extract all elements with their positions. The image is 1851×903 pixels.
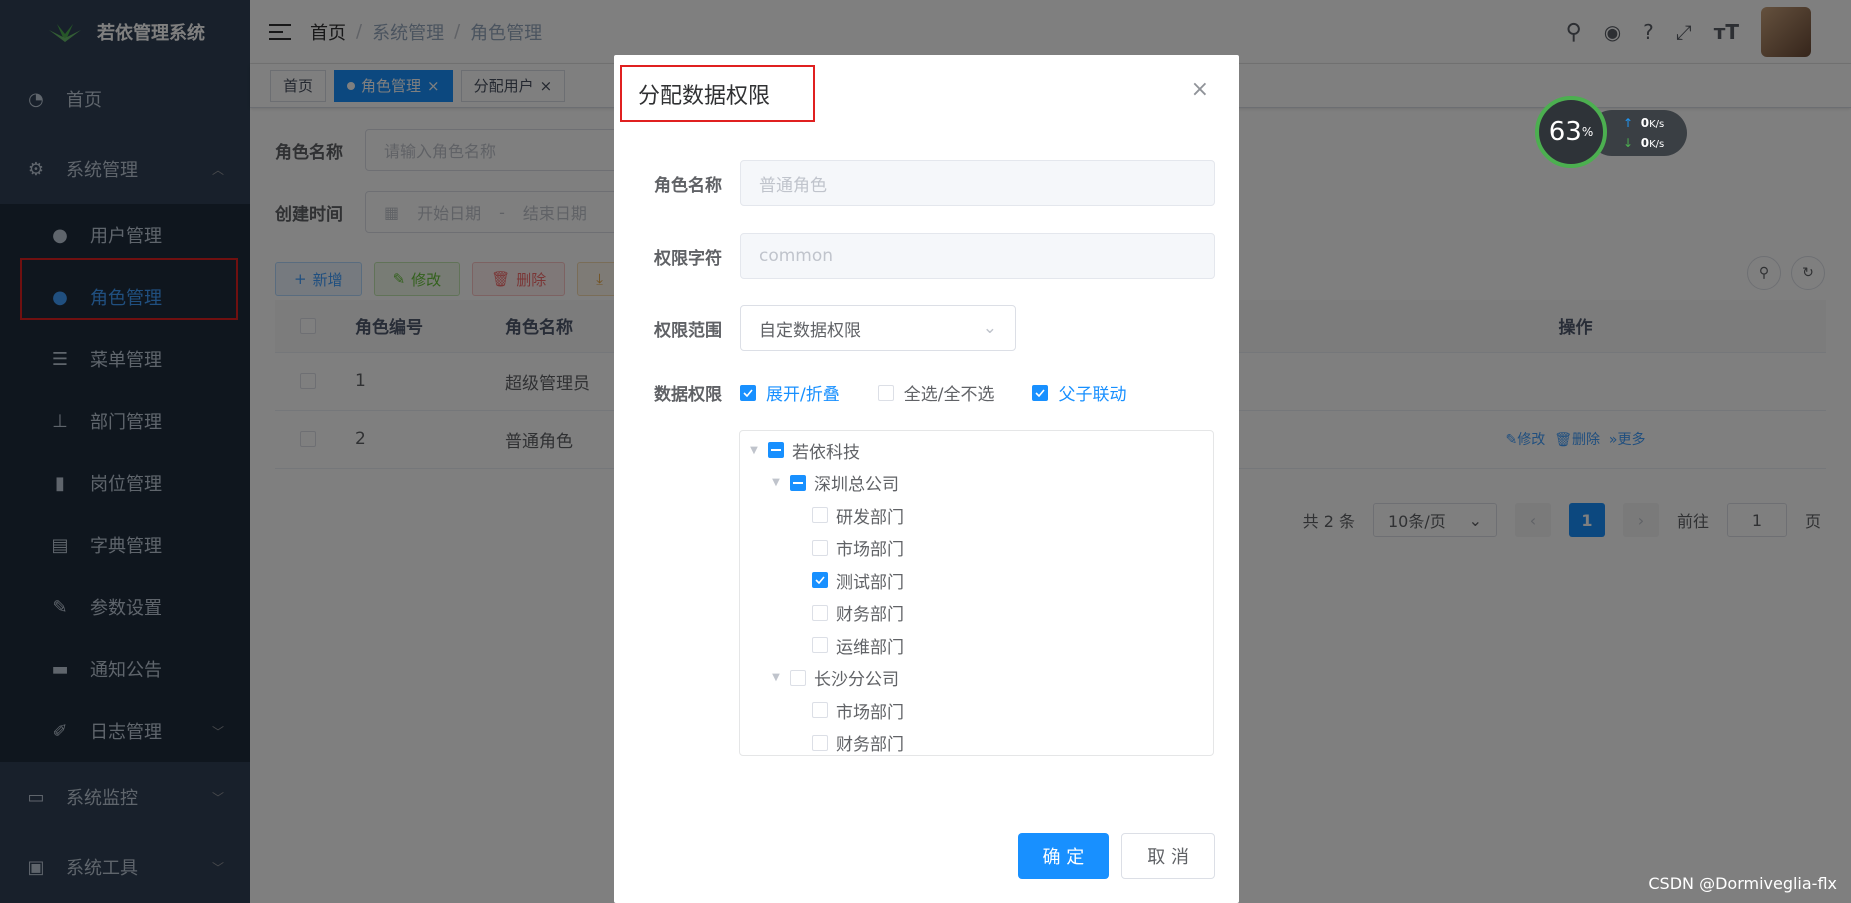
data-scope-dialog: 分配数据权限 × 角色名称 普通角色 权限字符 common 权限范围 自定数据… (614, 55, 1239, 903)
confirm-button[interactable]: 确 定 (1017, 833, 1110, 879)
parent-child-linkage-checkbox[interactable]: 父子联动 (1032, 380, 1126, 405)
upload-speed: ↑ 0K/s (1623, 114, 1687, 134)
checkbox-checked (1032, 384, 1049, 401)
speed-unit: K/s (1649, 119, 1665, 130)
tree-node-label: 财务部门 (836, 735, 904, 756)
percent-sign: % (1581, 125, 1594, 139)
select-all-checkbox[interactable]: 全选/全不选 (877, 380, 995, 405)
download-speed: ↓ 0K/s (1623, 134, 1687, 154)
tree-checkbox[interactable] (790, 669, 806, 686)
scope-select[interactable]: 自定数据权限 ⌄ (740, 305, 1016, 351)
scope-value: 自定数据权限 (759, 320, 861, 341)
tree-node[interactable]: ▼ 深圳总公司 (740, 467, 1213, 500)
tree-node[interactable]: 运维部门 (740, 629, 1213, 662)
tree-node[interactable]: 测试部门 (740, 564, 1213, 597)
option-label: 展开/折叠 (766, 385, 840, 405)
data-perm-label: 数据权限 (654, 385, 722, 405)
perm-key-row: 权限字符 common (654, 233, 1215, 279)
tree-node-label: 运维部门 (836, 637, 904, 658)
memory-percent: 63 (1548, 117, 1582, 147)
role-name-field: 普通角色 (740, 160, 1215, 206)
tree-node-label: 研发部门 (836, 507, 904, 528)
dept-tree: ▼ 若依科技 ▼ 深圳总公司 研发部门 市场部门 测试部门 财务部门 运维部门 ▼ 长沙分公司 市场部… (739, 430, 1214, 756)
option-label: 父子联动 (1058, 385, 1127, 405)
tree-node[interactable]: 研发部门 (740, 499, 1213, 532)
arrow-up-icon: ↑ (1623, 116, 1634, 130)
chevron-down-icon: ⌄ (982, 318, 997, 338)
tree-node[interactable]: ▼ 若依科技 (740, 434, 1213, 467)
tree-checkbox[interactable] (812, 734, 828, 751)
scope-row: 权限范围 自定数据权限 ⌄ (654, 305, 1016, 351)
memory-usage-gauge: 63% (1535, 96, 1607, 168)
tree-node[interactable]: 市场部门 (740, 532, 1213, 565)
network-speed-widget[interactable]: ↑ 0K/s ↓ 0K/s 63% (1535, 96, 1687, 168)
tree-node-label: 市场部门 (836, 540, 904, 561)
tree-node-label: 深圳总公司 (814, 475, 899, 496)
tree-checkbox[interactable] (812, 507, 828, 524)
dialog-title: 分配数据权限 (620, 65, 815, 122)
caret-down-icon[interactable]: ▼ (770, 477, 782, 488)
checkbox-checked (740, 384, 756, 401)
tree-checkbox[interactable] (812, 637, 828, 654)
tree-node[interactable]: 市场部门 (740, 694, 1213, 727)
tree-node-label: 测试部门 (836, 572, 904, 593)
tree-checkbox[interactable] (812, 702, 828, 719)
tree-node[interactable]: 财务部门 (740, 727, 1213, 756)
dialog-footer: 确 定 取 消 (1017, 833, 1215, 879)
tree-checkbox[interactable] (812, 572, 828, 589)
role-name-label: 角色名称 (654, 175, 722, 196)
watermark: CSDN @Dormiveglia-flx (1648, 874, 1837, 893)
perm-key-label: 权限字符 (654, 248, 722, 269)
speed-unit: K/s (1649, 139, 1665, 150)
download-value: 0 (1640, 136, 1650, 150)
data-perm-row: 数据权限 展开/折叠 全选/全不选 父子联动 (654, 380, 1164, 405)
tree-checkbox[interactable] (812, 539, 828, 556)
tree-node[interactable]: 财务部门 (740, 597, 1213, 630)
tree-node[interactable]: ▼ 长沙分公司 (740, 662, 1213, 695)
option-label: 全选/全不选 (903, 385, 995, 405)
scope-label: 权限范围 (654, 320, 722, 341)
expand-collapse-checkbox[interactable]: 展开/折叠 (740, 380, 840, 405)
caret-down-icon[interactable]: ▼ (770, 672, 782, 683)
perm-key-field: common (740, 233, 1215, 279)
caret-down-icon[interactable]: ▼ (748, 445, 760, 456)
arrow-down-icon: ↓ (1623, 136, 1634, 150)
cancel-button[interactable]: 取 消 (1121, 833, 1215, 879)
tree-checkbox[interactable] (812, 604, 828, 621)
tree-node-label: 长沙分公司 (814, 670, 899, 691)
tree-checkbox[interactable] (790, 474, 806, 491)
checkbox-unchecked (877, 384, 894, 401)
tree-node-label: 市场部门 (836, 702, 904, 723)
tree-node-label: 若依科技 (792, 442, 860, 463)
upload-value: 0 (1640, 116, 1650, 130)
close-icon[interactable]: × (1191, 77, 1209, 102)
tree-checkbox[interactable] (768, 442, 784, 459)
role-name-row: 角色名称 普通角色 (654, 160, 1215, 206)
tree-node-label: 财务部门 (836, 605, 904, 626)
